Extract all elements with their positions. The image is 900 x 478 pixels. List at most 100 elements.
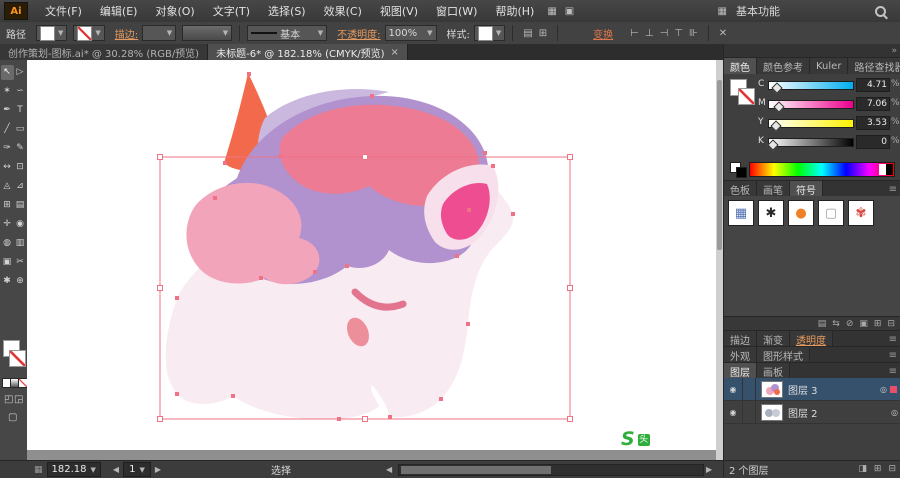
panel-menu-icon[interactable]: ≡ [885, 181, 900, 197]
arrange-documents-icon[interactable]: ▦ [543, 6, 560, 17]
stroke-panel-link[interactable]: 描边: [115, 26, 138, 41]
artboard-navigation-dropdown[interactable]: 1 ▼ [123, 462, 151, 477]
document-tab-2[interactable]: 未标题-6* @ 182.18% (CMYK/预览) × [208, 44, 408, 60]
zoom-tool-icon[interactable]: ⊕ [14, 274, 27, 289]
menu-window[interactable]: 窗口(W) [427, 1, 486, 22]
yellow-slider[interactable] [768, 119, 854, 132]
cyan-value[interactable]: 4.71 [856, 78, 890, 92]
panel-menu-icon[interactable]: ≡ [885, 363, 900, 379]
hand-tool-icon[interactable]: ✱ [1, 274, 14, 289]
scroll-left-icon[interactable]: ◀ [386, 465, 392, 474]
menu-type[interactable]: 文字(T) [204, 1, 259, 22]
symbol-item-1[interactable]: ▦ [728, 200, 754, 226]
collapse-dock-icon[interactable]: » [891, 46, 897, 56]
target-circle-icon[interactable]: ◎ [891, 408, 898, 417]
symbol-libraries-icon[interactable]: ▤ [818, 319, 827, 329]
search-icon[interactable] [875, 5, 886, 17]
align-center-icon[interactable]: ⊥ [642, 28, 657, 39]
canvas[interactable]: S 头 [27, 60, 716, 460]
document-setup-icon[interactable]: ▤ [520, 28, 535, 39]
lock-cell[interactable] [743, 378, 756, 400]
tab-pathfinder[interactable]: 路径查找器 [848, 58, 900, 74]
mesh-tool-icon[interactable]: ⊞ [1, 198, 14, 213]
tab-gradient[interactable]: 渐变 [757, 331, 790, 347]
symbol-item-5[interactable]: ✾ [848, 200, 874, 226]
next-artboard-icon[interactable]: ▶ [155, 465, 161, 474]
close-tab-icon[interactable]: × [391, 47, 399, 58]
pen-tool-icon[interactable]: ✒ [1, 103, 14, 118]
tab-transparency[interactable]: 透明度 [790, 331, 833, 347]
artboard-tool-icon[interactable]: ▣ [1, 255, 14, 270]
symbol-options-icon[interactable]: ▣ [859, 319, 868, 329]
menu-view[interactable]: 视图(V) [371, 1, 427, 22]
direct-selection-tool-icon[interactable]: ▷ [14, 65, 27, 80]
target-circle-icon[interactable]: ◎ [880, 385, 887, 394]
free-transform-tool-icon[interactable]: ⊡ [14, 160, 27, 175]
previous-artboard-icon[interactable]: ◀ [113, 465, 119, 474]
menu-edit[interactable]: 编辑(E) [91, 1, 147, 22]
align-top-icon[interactable]: ⊤ [671, 28, 686, 39]
tab-stroke[interactable]: 描边 [724, 331, 757, 347]
symbol-sprayer-tool-icon[interactable]: ◍ [1, 236, 14, 251]
magic-wand-tool-icon[interactable]: ✶ [1, 84, 14, 99]
align-left-icon[interactable]: ⊢ [627, 28, 642, 39]
distribute-icon[interactable]: ⊪ [686, 28, 701, 39]
slice-tool-icon[interactable]: ✂ [14, 255, 27, 270]
eyedropper-tool-icon[interactable]: ✛ [1, 217, 14, 232]
black-slider[interactable] [767, 138, 854, 151]
lock-cell[interactable] [743, 401, 756, 423]
more-options-icon[interactable]: ✕ [716, 28, 730, 39]
align-right-icon[interactable]: ⊣ [657, 28, 672, 39]
color-spectrum-bar[interactable] [749, 162, 895, 177]
make-clipping-mask-icon[interactable]: ◨ [858, 464, 867, 474]
document-tab-1[interactable]: 创作策划-图标.ai* @ 30.28% (RGB/预览) [0, 44, 209, 60]
paintbrush-tool-icon[interactable]: ✑ [1, 141, 14, 156]
zoom-level-dropdown[interactable]: 182.18 ▼ [46, 462, 101, 477]
draw-mode-icon[interactable]: ◰ [4, 394, 13, 405]
tab-swatches[interactable]: 色板 [724, 181, 757, 197]
layer-row-3[interactable]: ◉ 图层 3 ◎ [724, 378, 900, 401]
horizontal-scrollbar[interactable] [398, 464, 704, 476]
tab-brushes[interactable]: 画笔 [757, 181, 790, 197]
vertical-scrollbar-thumb[interactable] [717, 80, 722, 250]
opacity-panel-link[interactable]: 不透明度: [337, 26, 380, 41]
tab-color[interactable]: 颜色 [724, 58, 757, 74]
line-tool-icon[interactable]: ╱ [1, 122, 14, 137]
style-dropdown[interactable]: ▼ [473, 25, 506, 41]
panel-menu-icon[interactable]: ≡ [885, 347, 900, 363]
stroke-color-dropdown[interactable]: ▼ [73, 25, 105, 41]
new-symbol-icon[interactable]: ⊞ [874, 319, 882, 329]
cyan-slider-thumb[interactable] [771, 82, 783, 94]
break-symbol-link-icon[interactable]: ⊘ [846, 319, 854, 329]
tab-appearance[interactable]: 外观 [724, 347, 757, 363]
layer-row-2[interactable]: ◉ 图层 2 ◎ [724, 401, 900, 424]
cyan-slider[interactable] [768, 81, 854, 94]
visibility-eye-icon[interactable]: ◉ [724, 401, 743, 423]
magenta-value[interactable]: 7.06 [856, 97, 890, 111]
menu-file[interactable]: 文件(F) [36, 1, 91, 22]
visibility-eye-icon[interactable]: ◉ [724, 378, 743, 400]
black-swatch[interactable] [736, 167, 747, 178]
yellow-value[interactable]: 3.53 [856, 116, 890, 130]
new-layer-icon[interactable]: ⊞ [874, 464, 882, 474]
magenta-slider-thumb[interactable] [773, 101, 785, 113]
pencil-tool-icon[interactable]: ✎ [14, 141, 27, 156]
symbol-item-3[interactable]: ● [788, 200, 814, 226]
horizontal-scrollbar-thumb[interactable] [401, 466, 551, 474]
blend-tool-icon[interactable]: ◉ [14, 217, 27, 232]
variable-width-profile-dropdown[interactable]: 基本 ▼ [247, 25, 328, 41]
opacity-dropdown[interactable]: 100% ▼ [384, 25, 437, 41]
screen-mode-button[interactable]: ▢ [8, 412, 17, 423]
menu-object[interactable]: 对象(O) [146, 1, 203, 22]
gradient-tool-icon[interactable]: ▤ [14, 198, 27, 213]
magenta-slider[interactable] [768, 100, 854, 113]
preferences-icon[interactable]: ⊞ [536, 28, 550, 39]
delete-symbol-icon[interactable]: ⊟ [887, 319, 895, 329]
place-symbol-icon[interactable]: ⇆ [832, 319, 840, 329]
delete-layer-icon[interactable]: ⊟ [888, 464, 896, 474]
rectangle-tool-icon[interactable]: ▭ [14, 122, 27, 137]
width-tool-icon[interactable]: ↔ [1, 160, 14, 175]
panel-menu-icon[interactable]: ≡ [885, 331, 900, 347]
menu-effect[interactable]: 效果(C) [315, 1, 371, 22]
black-slider-thumb[interactable] [767, 139, 779, 151]
